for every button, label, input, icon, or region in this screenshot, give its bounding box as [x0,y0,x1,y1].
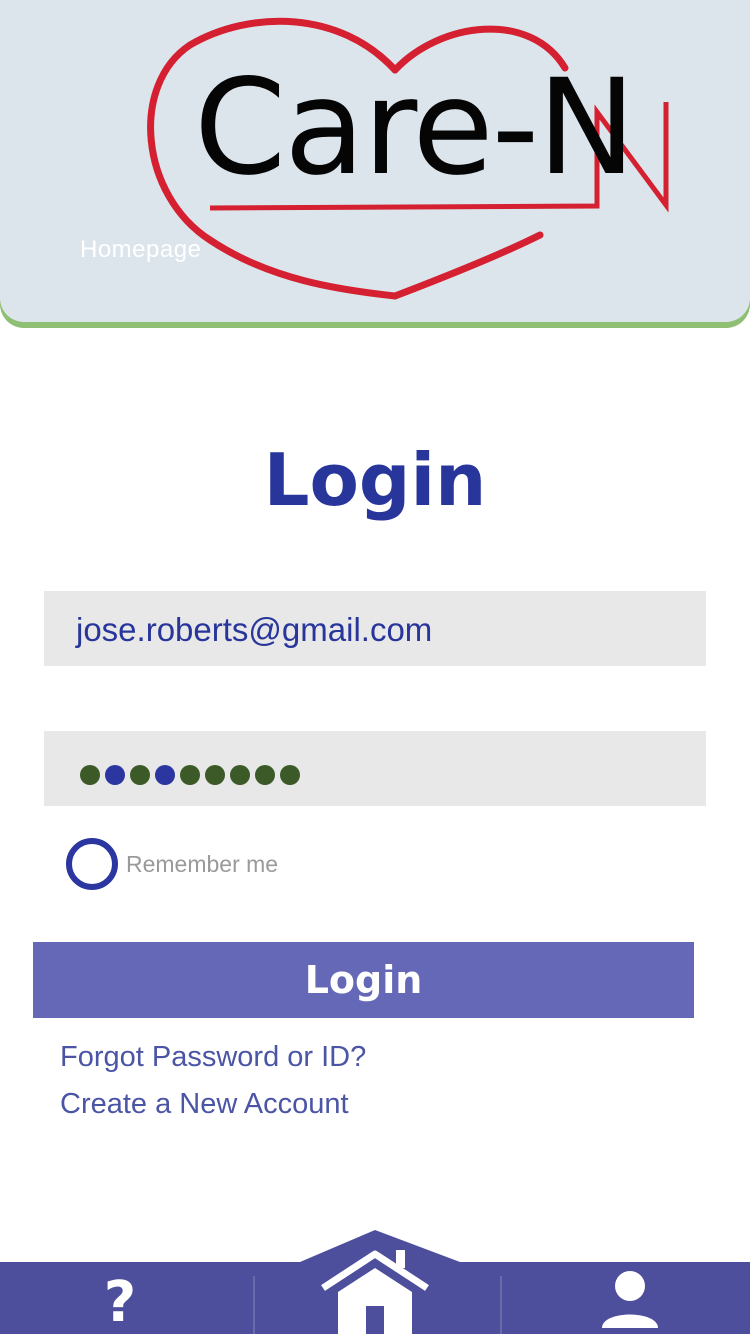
profile-button[interactable] [596,1270,664,1334]
password-dot [205,765,225,785]
app-header: Care-N Homepage [0,0,750,328]
email-field[interactable]: jose.roberts@gmail.com [44,591,706,666]
password-dot [180,765,200,785]
password-field[interactable] [44,731,706,806]
home-button[interactable] [320,1248,430,1334]
question-mark-icon: ? [103,1270,137,1335]
nav-divider [253,1276,255,1334]
password-dot [80,765,100,785]
password-dot [255,765,275,785]
homepage-label: Homepage [80,236,202,263]
remember-me[interactable]: Remember me [66,838,278,890]
email-value: jose.roberts@gmail.com [76,611,433,648]
forgot-password-link[interactable]: Forgot Password or ID? [60,1041,366,1074]
password-dot [155,765,175,785]
house-icon [321,1250,429,1334]
password-dot [280,765,300,785]
remember-me-radio[interactable] [66,838,118,890]
remember-me-label: Remember me [126,850,279,877]
create-account-link[interactable]: Create a New Account [60,1088,349,1121]
user-icon [602,1271,658,1328]
login-button[interactable]: Login [33,942,694,1018]
page-title: Login [263,438,487,522]
nav-divider [500,1276,502,1334]
password-dot [105,765,125,785]
logo-text: Care-N [194,51,636,205]
password-dot [230,765,250,785]
password-dot [130,765,150,785]
bottom-nav: ? [0,1228,750,1335]
password-dots [80,765,300,785]
help-button[interactable]: ? [88,1270,152,1335]
